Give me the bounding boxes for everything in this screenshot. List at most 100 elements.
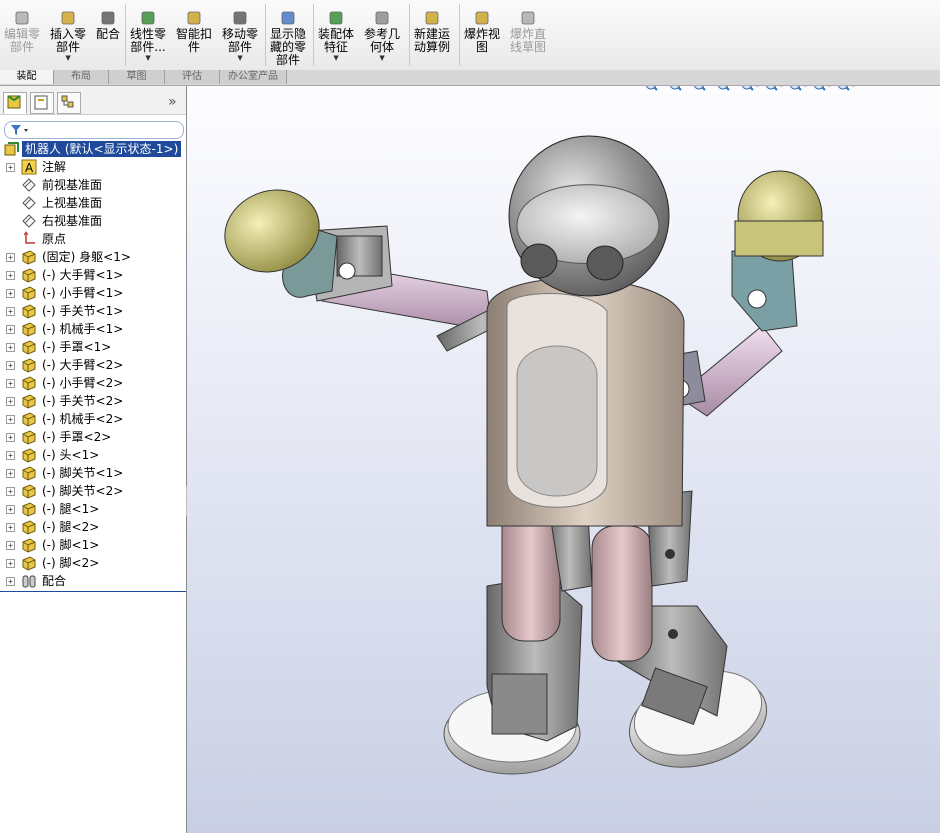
linear-pattern-icon [141,11,155,25]
tree-item[interactable]: + (-) 大手臂<1> [0,266,186,284]
expand-icon[interactable]: + [6,253,15,262]
tree-item-label: (-) 大手臂<1> [42,268,124,282]
tool-label: 新建运 动算例 [414,27,451,54]
tree-item[interactable]: 前视基准面 [0,176,186,194]
tree-item-label: (-) 手罩<2> [42,430,112,444]
expand-icon[interactable]: + [6,397,15,406]
motion-study-button[interactable]: 新建运 动算例 [414,10,450,54]
expand-icon[interactable]: + [6,343,15,352]
dropdown-arrow-icon[interactable]: ▼ [130,54,166,62]
feature-manager-tab[interactable] [3,92,27,114]
part-icon [22,304,36,319]
tool-label: 配合 [96,27,121,41]
tree-item-label: 原点 [42,232,67,246]
expand-icon[interactable]: + [6,469,15,478]
tool-label: 爆炸直 线草图 [510,27,547,54]
assembly-feature-icon [329,11,343,25]
tree-item[interactable]: + (-) 小手臂<2> [0,374,186,392]
dropdown-arrow-icon[interactable]: ▼ [318,54,354,62]
command-manager-tabs: 装配 布局 草图 评估 办公室产品 [0,70,940,86]
expand-icon[interactable]: + [6,289,15,298]
dropdown-arrow-icon[interactable]: ▼ [50,54,86,62]
expand-icon[interactable]: + [6,307,15,316]
expand-icon[interactable]: + [6,505,15,514]
tree-item[interactable]: + (-) 大手臂<2> [0,356,186,374]
part-icon [22,376,36,391]
svg-text:A: A [25,161,34,175]
expand-icon[interactable]: + [6,559,15,568]
expand-icon[interactable]: + [6,379,15,388]
tree-item[interactable]: + 配合 [0,572,186,590]
explode-line-sketch-button[interactable]: 爆炸直 线草图 [510,10,546,54]
expand-icon[interactable]: + [6,541,15,550]
root-icon [4,142,19,156]
expand-icon[interactable]: + [6,577,15,586]
move-component-button[interactable]: 移动零 部件 ▼ [222,10,258,62]
plane-icon [22,196,36,210]
smart-fastener-button[interactable]: 智能扣 件 [176,10,212,54]
edit-component-icon [15,11,29,25]
linear-pattern-button[interactable]: 线性零 部件... ▼ [130,10,166,62]
tree-item-label: (-) 小手臂<2> [42,376,124,390]
tree-item[interactable]: + (-) 机械手<1> [0,320,186,338]
property-manager-tab[interactable] [30,92,54,114]
tree-item-label: (-) 头<1> [42,448,100,462]
exploded-view-button[interactable]: 爆炸视 图 [464,10,500,54]
tree-item[interactable]: + (-) 脚关节<2> [0,482,186,500]
dropdown-arrow-icon[interactable]: ▼ [364,54,400,62]
expand-icon[interactable]: + [6,325,15,334]
tree-item[interactable]: + (-) 小手臂<1> [0,284,186,302]
tab-2[interactable]: 草图 [109,70,165,84]
tree-item[interactable]: + (-) 脚关节<1> [0,464,186,482]
tree-item[interactable]: + (-) 手罩<2> [0,428,186,446]
tree-item[interactable]: 原点 [0,230,186,248]
tree-item[interactable]: + (-) 腿<2> [0,518,186,536]
tree-item[interactable]: + (-) 手罩<1> [0,338,186,356]
expand-icon[interactable]: + [6,523,15,532]
tree-item[interactable]: + (-) 脚<1> [0,536,186,554]
expand-icon[interactable]: + [6,451,15,460]
move-component-icon [233,11,247,25]
expand-icon[interactable]: + [6,361,15,370]
configuration-manager-tab[interactable] [57,92,81,114]
expand-icon[interactable]: + [6,415,15,424]
graphics-area[interactable] [187,86,940,833]
insert-component-button[interactable]: 插入零 部件 ▼ [50,10,86,62]
edit-component-button[interactable]: 编辑零 部件 [4,10,40,54]
expand-icon[interactable]: + [6,487,15,496]
toolbar-separator [125,4,126,66]
tree-item[interactable]: + A 注解 [0,158,186,176]
expand-icon[interactable]: + [6,271,15,280]
tree-item-label: (-) 小手臂<1> [42,286,124,300]
part-icon [22,484,36,499]
tab-0[interactable]: 装配 [0,70,54,84]
robot-model[interactable] [187,86,940,833]
tree-item[interactable]: 右视基准面 [0,212,186,230]
show-hidden-button[interactable]: 显示隐 藏的零 部件 [270,10,306,67]
motion-study-icon [425,11,439,25]
tree-item[interactable]: + (固定) 身躯<1> [0,248,186,266]
toolbar-separator [459,4,460,66]
assembly-feature-button[interactable]: 装配体 特征 ▼ [318,10,354,62]
expand-icon[interactable]: + [6,163,15,172]
tree-item[interactable]: + (-) 手关节<1> [0,302,186,320]
panel-expand-icon[interactable]: » [168,94,177,110]
tree-item[interactable]: + (-) 机械手<2> [0,410,186,428]
tree-item[interactable]: + (-) 手关节<2> [0,392,186,410]
reference-geometry-button[interactable]: 参考几 何体 ▼ [364,10,400,62]
tree-item[interactable]: + (-) 腿<1> [0,500,186,518]
mate-button[interactable]: 配合 [96,10,120,41]
expand-icon[interactable]: + [6,433,15,442]
tab-3[interactable]: 评估 [165,70,220,84]
tree-item[interactable]: + (-) 脚<2> [0,554,186,572]
tab-1[interactable]: 布局 [54,70,109,84]
dropdown-arrow-icon[interactable]: ▼ [222,54,258,62]
tree-filter-field[interactable] [4,121,184,139]
tab-4[interactable]: 办公室产品 [220,70,287,84]
plane-icon [22,178,36,192]
tree-root-assembly[interactable]: 机器人 (默认<显示状态-1>) [0,140,186,158]
tree-item[interactable]: + (-) 头<1> [0,446,186,464]
part-icon [22,556,36,571]
tree-item[interactable]: 上视基准面 [0,194,186,212]
tree-item-label: (-) 手关节<1> [42,304,124,318]
